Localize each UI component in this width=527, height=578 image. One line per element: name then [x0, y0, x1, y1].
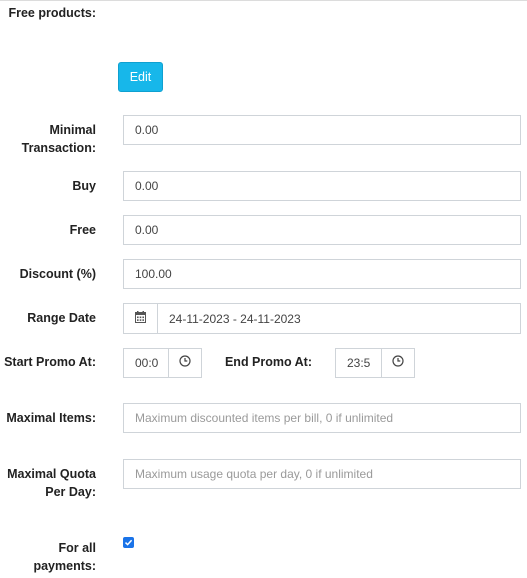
- end-promo-input[interactable]: 23:5: [335, 348, 382, 378]
- discount-label: Discount (%): [19, 267, 96, 281]
- minimal-transaction-value: 0.00: [135, 123, 159, 137]
- start-promo-input[interactable]: 00:0: [123, 348, 169, 378]
- maximal-quota-placeholder: Maximum usage quota per day, 0 if unlimi…: [135, 467, 373, 481]
- maximal-quota-input[interactable]: Maximum usage quota per day, 0 if unlimi…: [123, 459, 521, 489]
- buy-label: Buy: [72, 179, 96, 193]
- free-value: 0.00: [135, 223, 159, 237]
- range-date-value: 24-11-2023 - 24-11-2023: [169, 311, 301, 326]
- check-icon: [124, 534, 133, 552]
- end-promo-value: 23:5: [347, 356, 371, 370]
- minimal-transaction-label: Minimal Transaction:: [21, 123, 96, 155]
- free-input[interactable]: 0.00: [123, 215, 521, 245]
- buy-input[interactable]: 0.00: [123, 171, 521, 201]
- for-all-payments-checkbox[interactable]: [123, 537, 134, 548]
- start-promo-value: 00:0: [135, 356, 159, 370]
- clock-icon: [179, 354, 191, 372]
- free-products-label: Free products:: [8, 6, 96, 20]
- maximal-quota-label: Maximal Quota Per Day:: [7, 467, 96, 499]
- free-label: Free: [69, 223, 96, 237]
- edit-free-products-button[interactable]: Edit: [118, 62, 163, 92]
- minimal-transaction-input[interactable]: 0.00: [123, 115, 521, 145]
- range-date-input[interactable]: 24-11-2023 - 24-11-2023: [157, 303, 521, 334]
- maximal-items-placeholder: Maximum discounted items per bill, 0 if …: [135, 411, 394, 425]
- range-date-label: Range Date: [27, 311, 96, 325]
- maximal-items-label: Maximal Items:: [6, 411, 96, 425]
- discount-input[interactable]: 100.00: [123, 259, 521, 289]
- discount-value: 100.00: [135, 267, 172, 281]
- start-promo-label: Start Promo At:: [4, 355, 96, 369]
- calendar-icon: [135, 310, 146, 328]
- buy-value: 0.00: [135, 179, 159, 193]
- for-all-payments-label: For all payments:: [33, 541, 96, 573]
- clock-icon: [392, 354, 404, 372]
- end-promo-label: End Promo At:: [224, 355, 312, 369]
- end-promo-clock-addon[interactable]: [381, 348, 415, 378]
- maximal-items-input[interactable]: Maximum discounted items per bill, 0 if …: [123, 403, 521, 433]
- top-divider: [0, 0, 527, 1]
- start-promo-clock-addon[interactable]: [168, 348, 202, 378]
- range-date-calendar-addon[interactable]: [123, 303, 158, 334]
